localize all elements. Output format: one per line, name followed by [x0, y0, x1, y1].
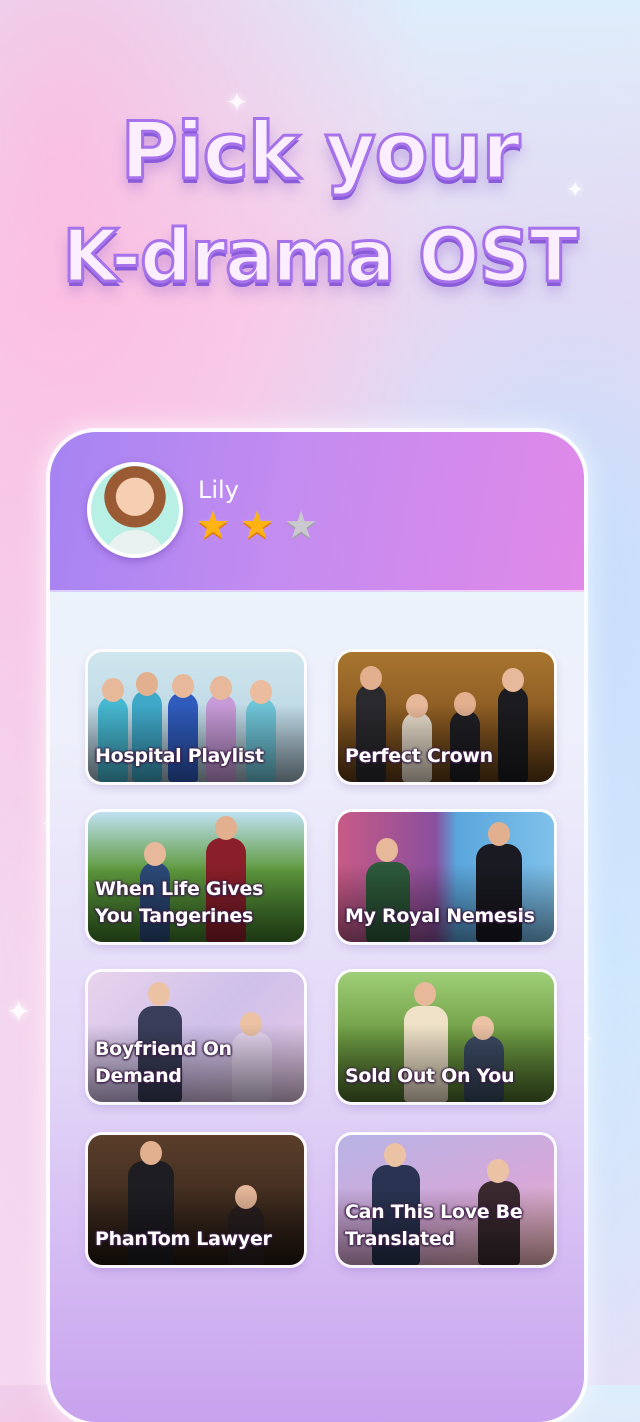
user-name: Lily: [198, 476, 239, 504]
drama-title: Hospital Playlist: [95, 745, 264, 767]
headline-line-2: K-drama OST: [61, 213, 580, 300]
sparkle-icon: ✦: [566, 178, 585, 203]
drama-title: Sold Out On You: [345, 1065, 515, 1087]
sparkle-icon: ✦: [6, 995, 32, 1030]
phone-frame: Lily ★ ★ ★ Hospital Playlist Perfect Cro…: [50, 432, 584, 1422]
drama-card-tangerines[interactable]: When Life Gives You Tangerines: [88, 812, 304, 942]
star-filled-icon: ★: [195, 503, 231, 547]
drama-title: Boyfriend On Demand: [95, 1038, 232, 1087]
star-rating: ★ ★ ★: [194, 506, 320, 544]
star-filled-icon: ★: [239, 503, 275, 547]
profile-header: Lily ★ ★ ★: [50, 432, 584, 592]
drama-card-can-this-love[interactable]: Can This Love Be Translated: [338, 1135, 554, 1265]
drama-card-royal-nemesis[interactable]: My Royal Nemesis: [338, 812, 554, 942]
sparkle-icon: ✦: [226, 88, 248, 118]
drama-title: Can This Love Be Translated: [345, 1201, 523, 1250]
drama-card-sold-out-on-you[interactable]: Sold Out On You: [338, 972, 554, 1102]
drama-card-phantom-lawyer[interactable]: PhanTom Lawyer: [88, 1135, 304, 1265]
drama-title: Perfect Crown: [345, 745, 493, 767]
drama-card-boyfriend-on-demand[interactable]: Boyfriend On Demand: [88, 972, 304, 1102]
drama-title: When Life Gives You Tangerines: [95, 878, 264, 927]
avatar[interactable]: [87, 462, 183, 558]
drama-title: My Royal Nemesis: [345, 905, 535, 927]
drama-card-perfect-crown[interactable]: Perfect Crown: [338, 652, 554, 782]
headline: Pick your K-drama OST: [0, 100, 640, 308]
drama-title: PhanTom Lawyer: [95, 1228, 272, 1250]
drama-card-hospital-playlist[interactable]: Hospital Playlist: [88, 652, 304, 782]
headline-line-1: Pick your: [119, 106, 522, 199]
star-empty-icon: ★: [283, 503, 319, 547]
